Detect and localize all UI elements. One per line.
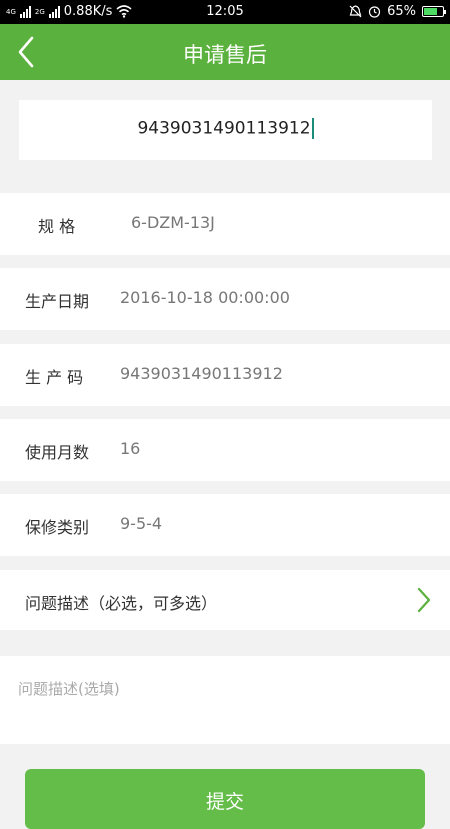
problem-select-label: 问题描述（必选，可多选）	[25, 594, 218, 613]
warranty-type-value: 9-5-4	[120, 514, 163, 533]
status-bar: 4G 2G 0.88K/s 12:05 65%	[0, 0, 450, 24]
submit-label: 提交	[205, 791, 244, 813]
production-date-label: 生产日期	[25, 292, 90, 311]
production-code-value: 9439031490113912	[120, 364, 283, 383]
problem-description-placeholder: 问题描述(选填)	[18, 680, 120, 698]
network-4g-badge: 4G	[6, 7, 16, 16]
alarm-icon	[368, 6, 381, 18]
months-used-value: 16	[120, 439, 141, 458]
chevron-right-icon	[417, 587, 431, 613]
nav-bar: 申请售后	[0, 24, 450, 80]
months-used-label: 使用月数	[25, 443, 90, 462]
production-date-row: 生产日期 2016-10-18 00:00:00	[0, 268, 450, 330]
clock: 12:05	[206, 4, 244, 19]
text-cursor	[311, 118, 314, 139]
problem-select-row[interactable]: 问题描述（必选，可多选）	[0, 570, 450, 630]
problem-description-textarea[interactable]: 问题描述(选填)	[0, 656, 450, 744]
production-code-row: 生 产 码 9439031490113912	[0, 344, 450, 406]
battery-percent: 65%	[387, 4, 416, 19]
mute-bell-icon	[349, 5, 362, 18]
warranty-type-label: 保修类别	[25, 518, 90, 537]
signal-icon	[19, 5, 31, 18]
page-title: 申请售后	[183, 43, 267, 67]
signal-icon-2	[48, 5, 60, 18]
spec-value: 6-DZM-13J	[131, 213, 215, 232]
network-speed: 0.88K/s	[63, 4, 113, 19]
serial-number-value[interactable]: 9439031490113912	[137, 119, 310, 139]
network-2g-badge: 2G	[34, 7, 45, 16]
production-code-label: 生 产 码	[25, 368, 84, 387]
spec-row: 规 格 6-DZM-13J	[0, 193, 450, 255]
months-used-row: 使用月数 16	[0, 419, 450, 481]
warranty-type-row: 保修类别 9-5-4	[0, 494, 450, 556]
wifi-icon	[116, 5, 132, 18]
spec-label: 规 格	[38, 217, 76, 236]
serial-number-input[interactable]: 9439031490113912	[19, 100, 432, 160]
production-date-value: 2016-10-18 00:00:00	[120, 288, 290, 307]
battery-icon	[422, 6, 446, 17]
submit-button[interactable]: 提交	[25, 769, 425, 829]
